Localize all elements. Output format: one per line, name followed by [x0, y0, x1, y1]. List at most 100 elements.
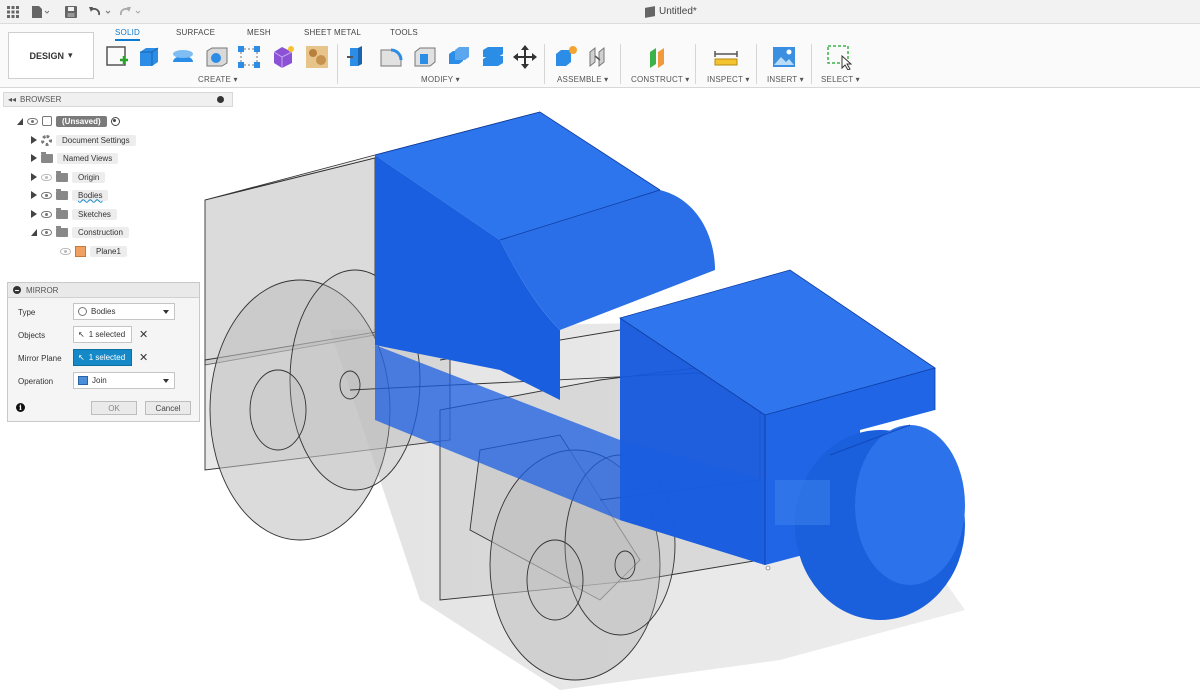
insert-group-label[interactable]: INSERT ▾ — [767, 75, 804, 84]
tab-sheet-metal[interactable]: SHEET METAL — [304, 28, 361, 37]
visibility-eye-icon[interactable] — [41, 191, 52, 199]
browser-title: BROWSER — [20, 95, 62, 104]
objects-label: Objects — [18, 330, 46, 340]
expand-triangle-icon[interactable] — [31, 173, 37, 181]
hole-icon[interactable] — [204, 44, 230, 70]
visibility-eye-icon[interactable] — [27, 117, 38, 125]
tree-item-construction[interactable]: Construction — [31, 224, 129, 240]
toolbar-separator — [695, 44, 696, 84]
form-icon[interactable] — [270, 44, 296, 70]
toolbar-separator — [337, 44, 338, 84]
toolbar-separator — [756, 44, 757, 84]
select-icon[interactable] — [826, 44, 852, 70]
joint-icon[interactable] — [586, 44, 612, 70]
move-icon[interactable] — [512, 44, 538, 70]
activate-target-icon[interactable] — [110, 116, 120, 126]
extrude-icon[interactable] — [136, 44, 162, 70]
collapse-icon[interactable] — [13, 286, 21, 294]
toolbar: DESIGN ▾ SOLID SURFACE MESH SHEET METAL … — [0, 24, 1200, 88]
pattern-icon[interactable] — [236, 44, 262, 70]
save-icon[interactable] — [64, 4, 78, 20]
tree-item-sketches[interactable]: Sketches — [31, 206, 117, 222]
create-group-label[interactable]: CREATE ▾ — [198, 75, 238, 84]
tree-item-origin[interactable]: Origin — [31, 169, 106, 185]
plane-icon — [75, 245, 86, 257]
expand-triangle-icon[interactable] — [31, 210, 37, 218]
operation-select[interactable]: Join — [73, 372, 175, 389]
cursor-arrow-icon: ↖ — [78, 353, 85, 362]
expand-triangle-icon[interactable] — [31, 136, 37, 144]
expand-triangle-icon[interactable] — [31, 191, 37, 199]
browser-panel: ◂◂ BROWSER (Unsaved) Document Settings N… — [3, 92, 233, 262]
revolve-icon[interactable] — [170, 44, 196, 70]
visibility-eye-icon[interactable] — [41, 210, 52, 218]
mirror-dialog-title: MIRROR — [26, 285, 59, 295]
cancel-button[interactable]: Cancel — [145, 401, 191, 415]
app-grid-icon[interactable] — [6, 4, 20, 20]
undo-icon[interactable] — [88, 4, 114, 20]
visibility-eye-icon[interactable] — [60, 247, 71, 255]
workspace-switcher-button[interactable]: DESIGN ▾ — [8, 32, 94, 79]
tree-item-bodies[interactable]: Bodies — [31, 187, 109, 203]
gear-icon — [41, 134, 52, 146]
expand-triangle-icon[interactable] — [31, 154, 37, 162]
browser-collapse-icon[interactable] — [217, 96, 224, 103]
shell-icon[interactable] — [412, 44, 438, 70]
expand-triangle-icon[interactable] — [31, 228, 37, 236]
new-component-icon[interactable] — [553, 44, 579, 70]
tree-item-root[interactable]: (Unsaved) — [17, 113, 120, 129]
browser-header[interactable]: ◂◂ BROWSER — [3, 92, 233, 107]
redo-icon[interactable] — [118, 4, 144, 20]
toolbar-separator — [620, 44, 621, 84]
fillet-icon[interactable] — [378, 44, 404, 70]
tab-surface[interactable]: SURFACE — [176, 28, 215, 37]
tab-solid[interactable]: SOLID — [115, 28, 141, 41]
mirror-dialog: MIRROR Type Bodies Objects ↖ 1 selected … — [7, 282, 200, 422]
tree-root-label: (Unsaved) — [56, 115, 107, 127]
type-select[interactable]: Bodies — [73, 303, 175, 320]
offset-plane-icon[interactable] — [645, 44, 671, 70]
assemble-group-label[interactable]: ASSEMBLE ▾ — [557, 75, 608, 84]
type-label: Type — [18, 307, 36, 317]
ok-button[interactable]: OK — [91, 401, 137, 415]
folder-icon — [56, 188, 68, 200]
clear-mirror-plane-icon[interactable]: ✕ — [139, 351, 148, 364]
press-pull-icon[interactable] — [344, 44, 370, 70]
objects-selection-field[interactable]: ↖ 1 selected — [73, 326, 132, 343]
mirror-plane-selection-field[interactable]: ↖ 1 selected — [73, 349, 132, 366]
folder-icon — [56, 225, 68, 237]
tab-tools[interactable]: TOOLS — [390, 28, 418, 37]
create-sketch-icon[interactable] — [104, 44, 130, 70]
split-body-icon[interactable] — [480, 44, 506, 70]
tab-mesh[interactable]: MESH — [247, 28, 271, 37]
document-icon — [42, 116, 52, 126]
combine-icon[interactable] — [446, 44, 472, 70]
tree-item-plane1[interactable]: Plane1 — [60, 243, 127, 259]
mirror-dialog-header[interactable]: MIRROR — [8, 283, 199, 298]
bodies-icon — [78, 307, 87, 316]
visibility-eye-icon[interactable] — [41, 173, 52, 181]
workspace-label: DESIGN — [29, 50, 64, 61]
derive-icon[interactable] — [304, 44, 330, 70]
toolbar-separator — [811, 44, 812, 84]
folder-icon — [41, 151, 53, 163]
toolbar-separator — [544, 44, 545, 84]
clear-objects-icon[interactable]: ✕ — [139, 328, 148, 341]
visibility-eye-icon[interactable] — [41, 228, 52, 236]
tree-item-document-settings[interactable]: Document Settings — [31, 132, 136, 148]
construct-group-label[interactable]: CONSTRUCT ▾ — [631, 75, 690, 84]
expand-triangle-icon[interactable] — [17, 117, 23, 125]
mirror-plane-label: Mirror Plane — [18, 353, 62, 363]
inspect-group-label[interactable]: INSPECT ▾ — [707, 75, 750, 84]
insert-image-icon[interactable] — [771, 44, 797, 70]
select-group-label[interactable]: SELECT ▾ — [821, 75, 860, 84]
tree-item-named-views[interactable]: Named Views — [31, 150, 119, 166]
measure-icon[interactable] — [713, 44, 739, 70]
file-icon[interactable] — [30, 4, 50, 20]
chevron-down-icon — [163, 379, 169, 383]
collapse-left-icon[interactable]: ◂◂ — [8, 95, 16, 104]
folder-icon — [56, 170, 68, 182]
info-icon[interactable]: i — [16, 403, 25, 412]
modify-group-label[interactable]: MODIFY ▾ — [421, 75, 460, 84]
operation-label: Operation — [18, 376, 54, 386]
